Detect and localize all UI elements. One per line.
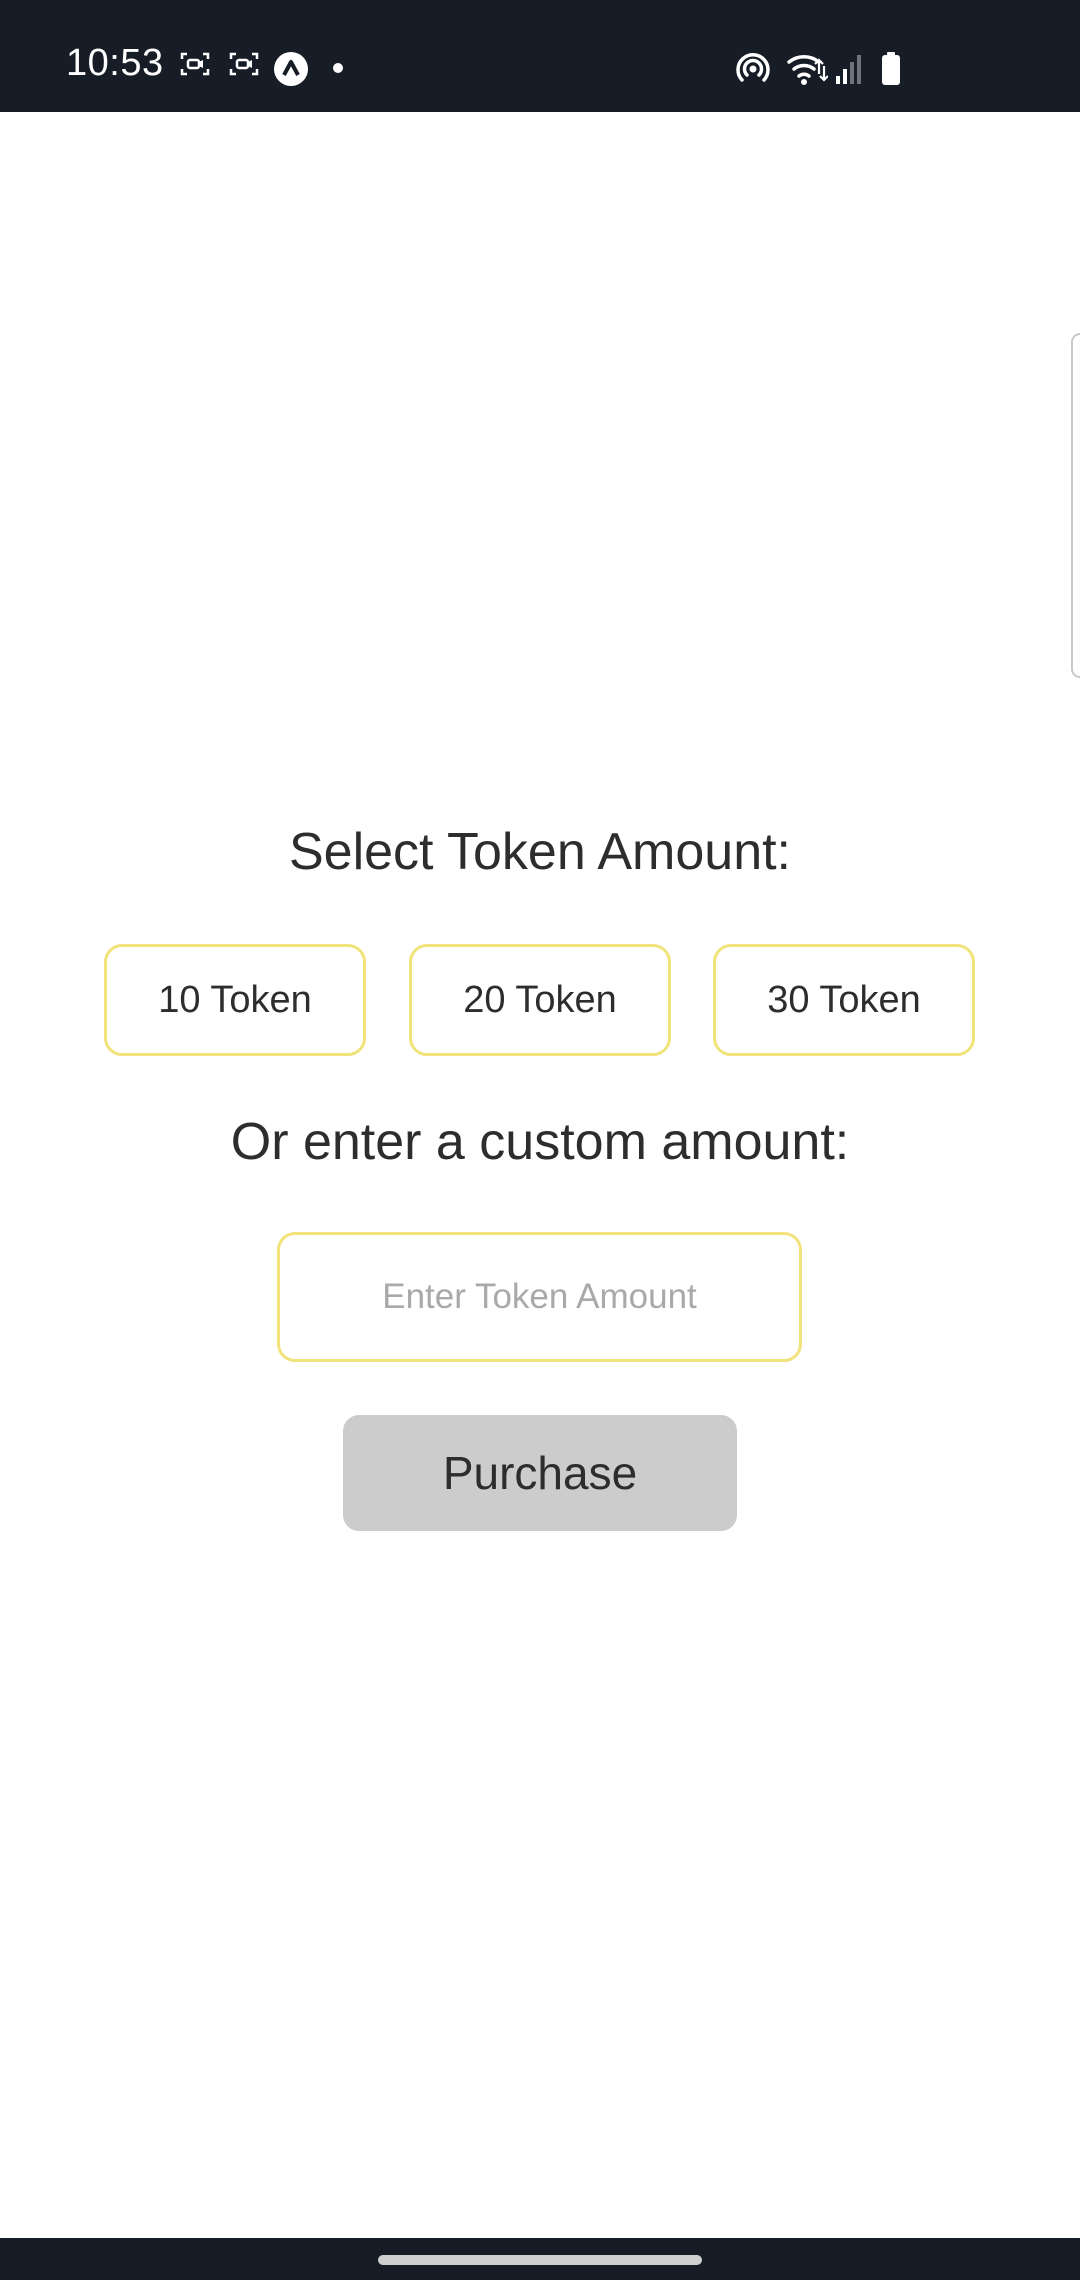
screen-record-icon (180, 52, 210, 76)
token-option-30[interactable]: 30 Token (713, 944, 975, 1056)
signal-icon (834, 50, 866, 86)
status-time: 10:53 (66, 42, 164, 84)
custom-amount-label: Or enter a custom amount: (230, 1113, 850, 1171)
home-gesture-handle[interactable] (378, 2255, 702, 2265)
token-amount-input[interactable] (277, 1232, 802, 1362)
purchase-button[interactable]: Purchase (343, 1415, 737, 1531)
notification-dot (333, 63, 343, 73)
token-option-20[interactable]: 20 Token (409, 944, 671, 1056)
battery-icon (880, 50, 902, 86)
select-token-title: Select Token Amount: (288, 823, 792, 881)
screen-record-icon (229, 52, 259, 76)
status-bar: 10:53 (0, 0, 1080, 112)
token-option-10[interactable]: 10 Token (104, 944, 366, 1056)
navigation-bar (0, 2238, 1080, 2280)
hotspot-icon (734, 50, 772, 86)
token-purchase-screen: Select Token Amount: 10 Token 20 Token 3… (0, 112, 1080, 2238)
wifi-icon (786, 50, 828, 86)
app-notification-icon (273, 51, 309, 87)
